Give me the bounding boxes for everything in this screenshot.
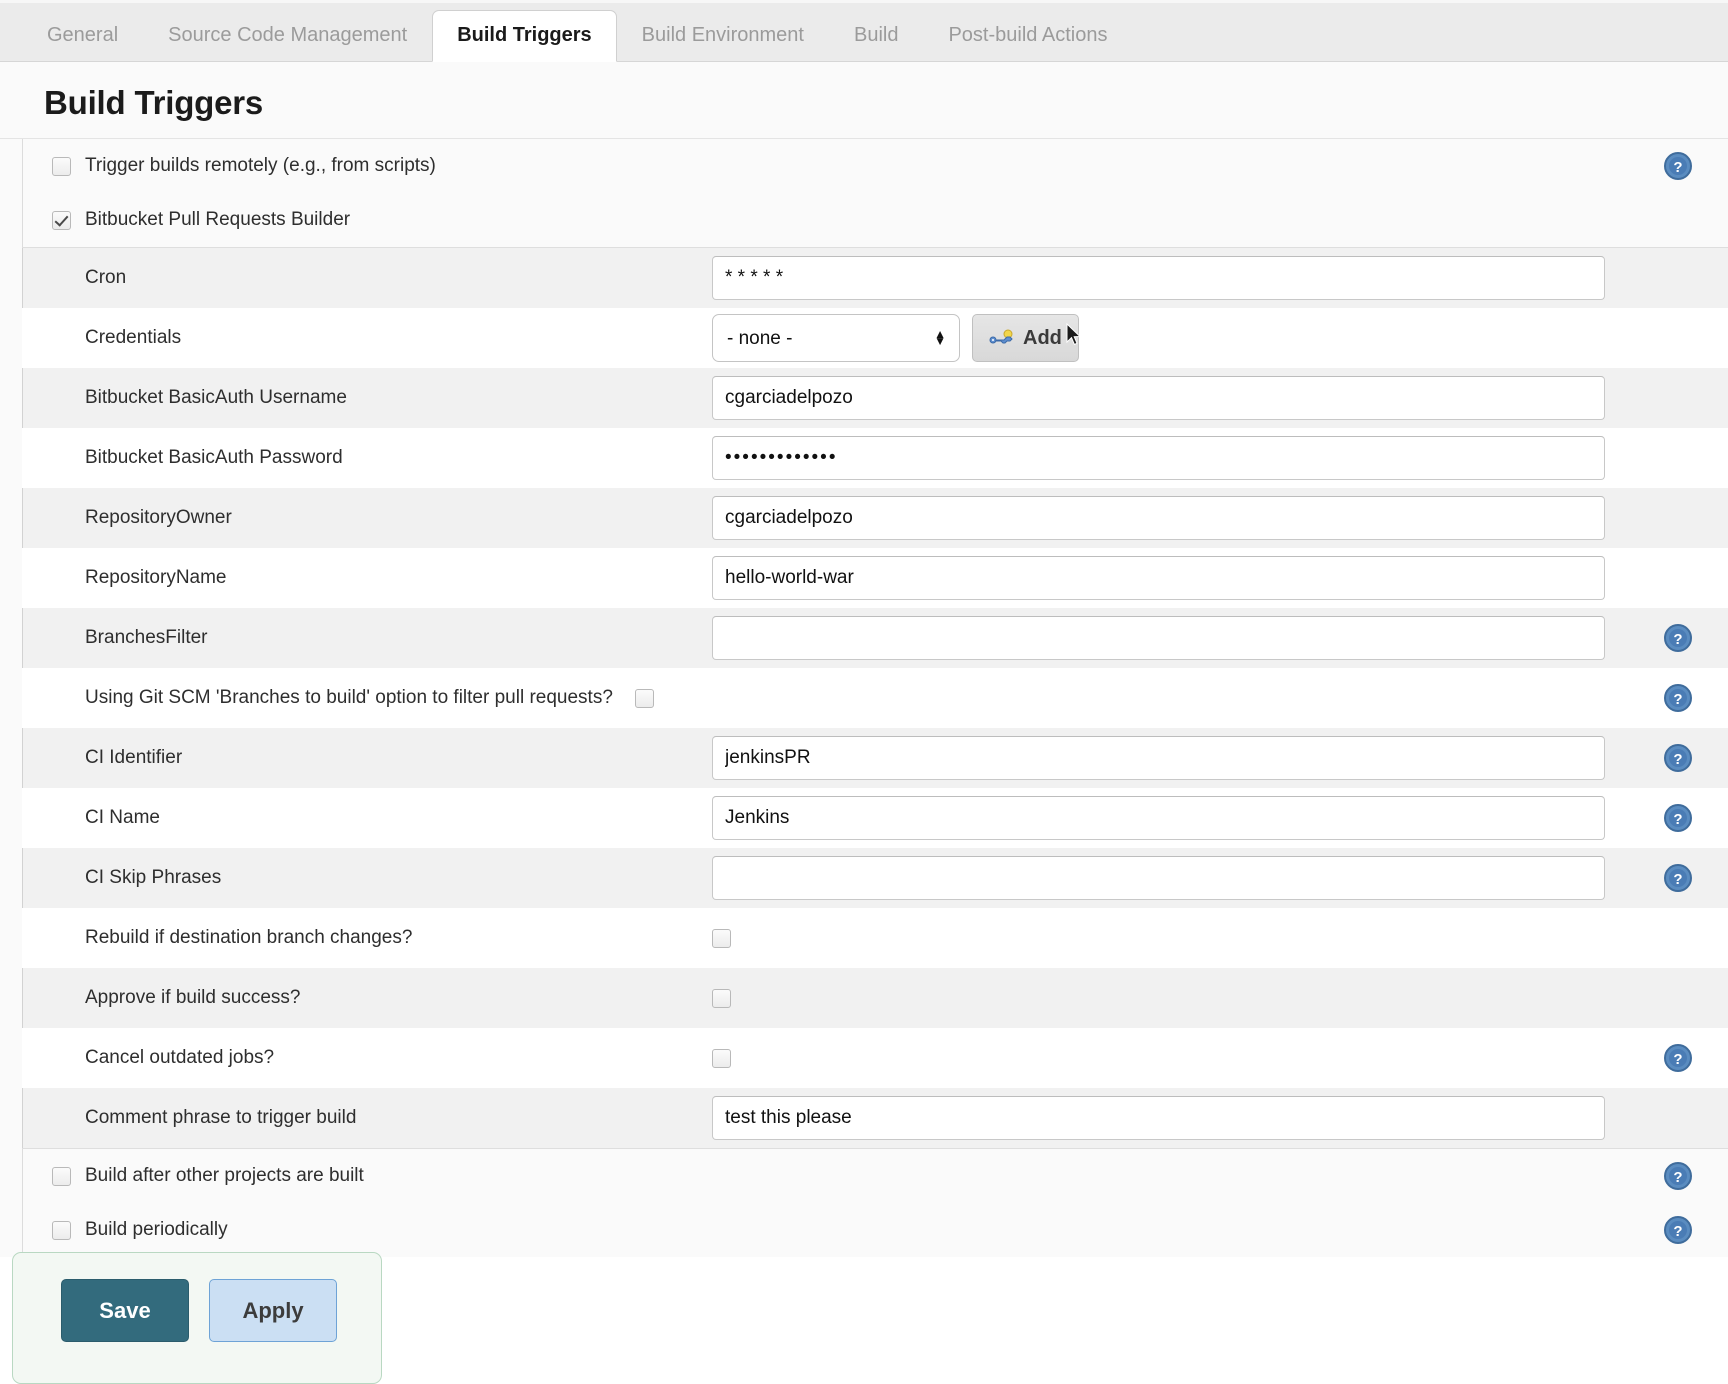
branches-filter-label: BranchesFilter bbox=[85, 627, 208, 649]
svg-text:?: ? bbox=[1673, 871, 1682, 888]
help-icon[interactable]: ? bbox=[1664, 804, 1692, 832]
svg-text:?: ? bbox=[1673, 1051, 1682, 1068]
build-triggers-form: Trigger builds remotely (e.g., from scri… bbox=[0, 138, 1728, 1257]
svg-text:?: ? bbox=[1673, 631, 1682, 648]
cancel-outdated-label: Cancel outdated jobs? bbox=[85, 1047, 275, 1069]
help-icon[interactable]: ? bbox=[1664, 684, 1692, 712]
page-header: Build Triggers bbox=[0, 62, 1728, 138]
bitbucket-builder-settings-panel: Cron Credentials - none - ▲▼ bbox=[22, 247, 1728, 1149]
trigger-row-build-after-projects: Build after other projects are built ? bbox=[22, 1149, 1728, 1203]
apply-button[interactable]: Apply bbox=[209, 1279, 337, 1342]
cancel-outdated-checkbox[interactable] bbox=[712, 1048, 731, 1068]
svg-text:?: ? bbox=[1673, 1169, 1682, 1186]
svg-text:?: ? bbox=[1673, 751, 1682, 768]
config-tab-bar: General Source Code Management Build Tri… bbox=[0, 0, 1728, 62]
basicauth-password-input[interactable] bbox=[712, 436, 1605, 480]
ci-name-input[interactable] bbox=[712, 796, 1605, 840]
help-icon[interactable]: ? bbox=[1664, 1044, 1692, 1072]
git-scm-filter-label: Using Git SCM 'Branches to build' option… bbox=[85, 687, 613, 709]
ci-name-label: CI Name bbox=[85, 807, 160, 829]
credentials-label: Credentials bbox=[85, 327, 182, 349]
page-title: Build Triggers bbox=[44, 84, 264, 121]
row-ci-identifier: CI Identifier ? bbox=[22, 728, 1728, 788]
basicauth-password-label: Bitbucket BasicAuth Password bbox=[85, 447, 343, 469]
add-credentials-label: Add bbox=[1023, 326, 1062, 349]
row-cancel-outdated: Cancel outdated jobs? ? bbox=[22, 1028, 1728, 1088]
add-credentials-button[interactable]: Add bbox=[972, 314, 1082, 362]
svg-text:?: ? bbox=[1673, 1223, 1682, 1240]
tab-source-code-management[interactable]: Source Code Management bbox=[143, 9, 432, 61]
rebuild-destination-label: Rebuild if destination branch changes? bbox=[85, 927, 413, 949]
ci-skip-phrases-input[interactable] bbox=[712, 856, 1605, 900]
cron-input[interactable] bbox=[712, 256, 1605, 300]
row-ci-skip-phrases: CI Skip Phrases ? bbox=[22, 848, 1728, 908]
trigger-builds-remotely-label: Trigger builds remotely (e.g., from scri… bbox=[85, 155, 436, 176]
build-periodically-checkbox[interactable] bbox=[52, 1220, 71, 1240]
git-scm-filter-checkbox[interactable] bbox=[634, 688, 654, 708]
trigger-row-remote: Trigger builds remotely (e.g., from scri… bbox=[22, 139, 1728, 193]
repository-name-input[interactable] bbox=[712, 556, 1605, 600]
tab-build-triggers[interactable]: Build Triggers bbox=[432, 10, 617, 62]
trigger-builds-remotely-checkbox[interactable] bbox=[52, 156, 71, 176]
approve-success-label: Approve if build success? bbox=[85, 987, 301, 1009]
key-icon bbox=[989, 329, 1013, 344]
tab-build[interactable]: Build bbox=[829, 9, 923, 61]
repository-owner-input[interactable] bbox=[712, 496, 1605, 540]
row-ci-name: CI Name ? bbox=[22, 788, 1728, 848]
row-credentials: Credentials - none - ▲ ▼ Add bbox=[22, 308, 1728, 368]
help-icon[interactable]: ? bbox=[1664, 744, 1692, 772]
row-basicauth-password: Bitbucket BasicAuth Password bbox=[22, 428, 1728, 488]
credentials-select-wrapper: - none - ▲ ▼ bbox=[712, 314, 960, 362]
tab-post-build-actions[interactable]: Post-build Actions bbox=[923, 9, 1132, 61]
bitbucket-pull-requests-builder-checkbox[interactable] bbox=[52, 210, 71, 230]
help-icon[interactable]: ? bbox=[1664, 624, 1692, 652]
build-after-other-projects-checkbox[interactable] bbox=[52, 1166, 71, 1186]
basicauth-username-input[interactable] bbox=[712, 376, 1605, 420]
top-level-trigger-list: Trigger builds remotely (e.g., from scri… bbox=[0, 139, 1728, 247]
help-icon[interactable]: ? bbox=[1664, 1162, 1692, 1190]
rebuild-destination-checkbox[interactable] bbox=[712, 928, 731, 948]
floating-save-bar: Save Apply bbox=[12, 1252, 382, 1384]
help-icon[interactable]: ? bbox=[1664, 152, 1692, 180]
credentials-select[interactable]: - none - bbox=[712, 314, 960, 362]
row-approve-success: Approve if build success? bbox=[22, 968, 1728, 1028]
ci-skip-phrases-label: CI Skip Phrases bbox=[85, 867, 222, 889]
row-repository-owner: RepositoryOwner bbox=[22, 488, 1728, 548]
help-icon[interactable]: ? bbox=[1664, 864, 1692, 892]
row-comment-phrase: Comment phrase to trigger build bbox=[22, 1088, 1728, 1148]
approve-success-checkbox[interactable] bbox=[712, 988, 731, 1008]
basicauth-username-label: Bitbucket BasicAuth Username bbox=[85, 387, 347, 409]
row-branches-filter: BranchesFilter ? bbox=[22, 608, 1728, 668]
svg-text:?: ? bbox=[1673, 691, 1682, 708]
bitbucket-pull-requests-builder-label: Bitbucket Pull Requests Builder bbox=[85, 209, 351, 230]
remaining-trigger-list: Build after other projects are built ? B… bbox=[0, 1149, 1728, 1257]
build-after-other-projects-label: Build after other projects are built bbox=[85, 1165, 364, 1186]
trigger-row-bitbucket: Bitbucket Pull Requests Builder bbox=[22, 193, 1728, 247]
build-periodically-label: Build periodically bbox=[85, 1219, 228, 1240]
row-git-scm-filter: Using Git SCM 'Branches to build' option… bbox=[22, 668, 1728, 728]
row-cron: Cron bbox=[22, 248, 1728, 308]
trigger-row-build-periodically: Build periodically ? bbox=[22, 1203, 1728, 1257]
row-repository-name: RepositoryName bbox=[22, 548, 1728, 608]
save-button[interactable]: Save bbox=[61, 1279, 189, 1342]
tab-build-environment[interactable]: Build Environment bbox=[617, 9, 829, 61]
cron-label: Cron bbox=[85, 267, 127, 289]
svg-text:?: ? bbox=[1673, 811, 1682, 828]
comment-phrase-label: Comment phrase to trigger build bbox=[85, 1107, 357, 1129]
cursor-pointer-icon bbox=[1066, 323, 1082, 346]
branches-filter-input[interactable] bbox=[712, 616, 1605, 660]
comment-phrase-input[interactable] bbox=[712, 1096, 1605, 1140]
tab-general[interactable]: General bbox=[22, 9, 143, 61]
row-basicauth-username: Bitbucket BasicAuth Username bbox=[22, 368, 1728, 428]
ci-identifier-input[interactable] bbox=[712, 736, 1605, 780]
repository-name-label: RepositoryName bbox=[85, 567, 227, 589]
help-icon[interactable]: ? bbox=[1664, 1216, 1692, 1244]
svg-text:?: ? bbox=[1673, 159, 1682, 176]
repository-owner-label: RepositoryOwner bbox=[85, 507, 232, 529]
row-rebuild-destination: Rebuild if destination branch changes? bbox=[22, 908, 1728, 968]
ci-identifier-label: CI Identifier bbox=[85, 747, 183, 769]
